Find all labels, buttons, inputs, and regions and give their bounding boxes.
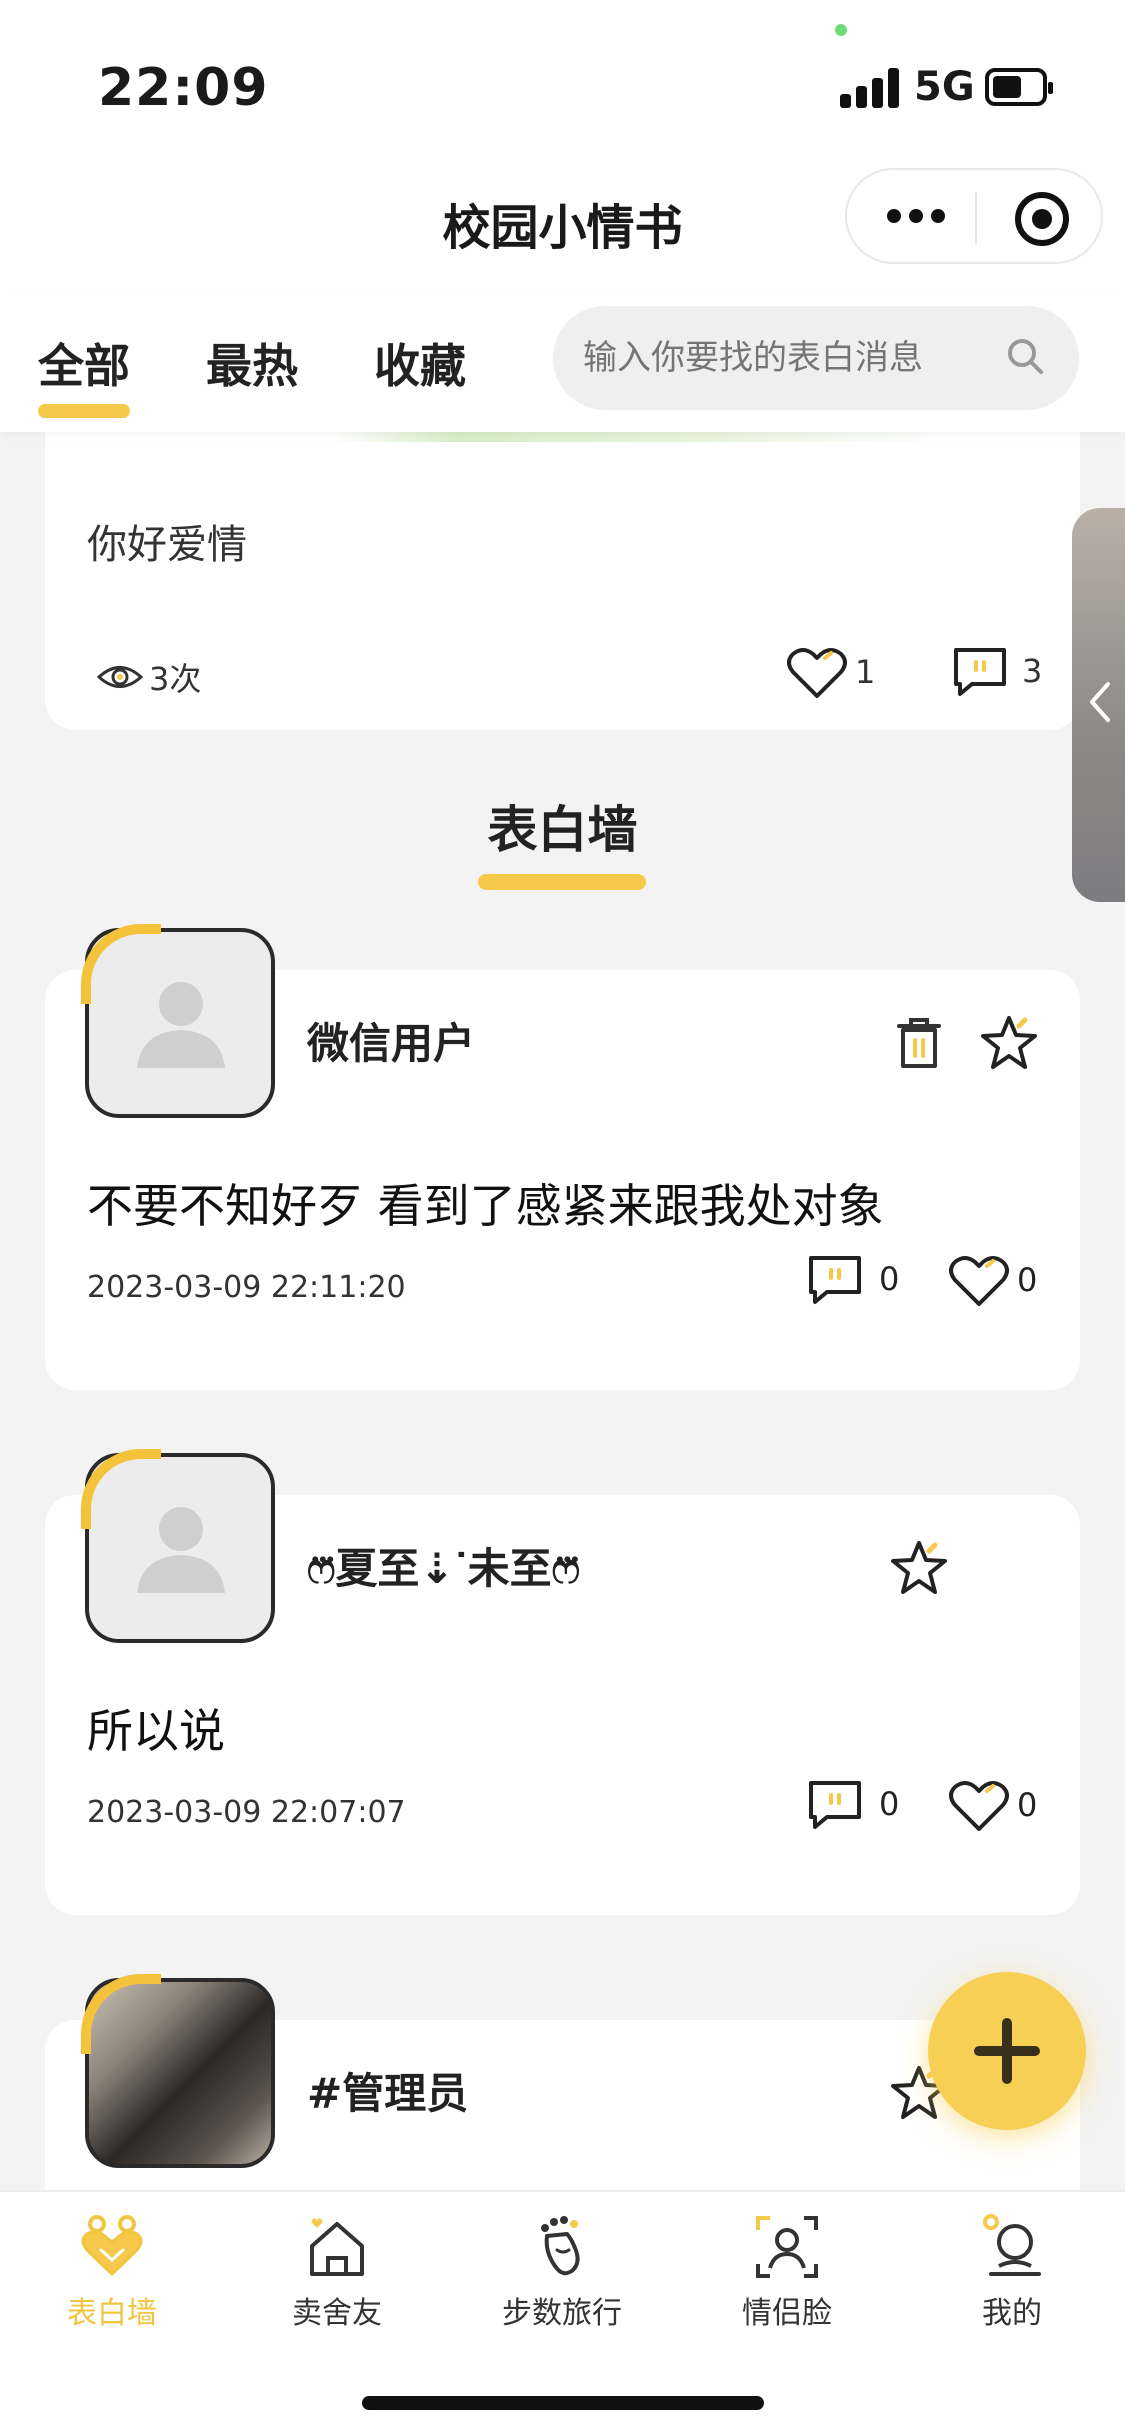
home-indicator: [362, 2396, 764, 2410]
comment-icon: [809, 1256, 861, 1304]
tab-favorites[interactable]: 收藏: [374, 330, 466, 396]
profile-icon: [983, 2214, 1041, 2276]
post-card[interactable]: 你好爱情 3次 1 3: [45, 432, 1080, 730]
view-count: 3次: [95, 654, 201, 700]
like-count: 0: [1017, 1786, 1038, 1824]
star-icon[interactable]: [889, 1539, 949, 1597]
like-count: 0: [1017, 1261, 1038, 1299]
post-author: 微信用户: [307, 1019, 476, 1068]
signal-icon: [840, 68, 900, 108]
heart-icon: [949, 1256, 1009, 1306]
nav-item-mine[interactable]: 我的: [922, 2212, 1102, 2332]
avatar[interactable]: [81, 924, 275, 1118]
tab-hot[interactable]: 最热: [206, 330, 298, 396]
avatar[interactable]: [81, 1974, 275, 2168]
comment-count: 3: [1022, 652, 1043, 690]
network-type: 5G: [914, 64, 975, 110]
close-miniprogram-icon[interactable]: [1015, 192, 1069, 246]
post-date: 2023-03-09 22:07:07: [87, 1795, 406, 1830]
avatar-accent-arc: [81, 1974, 161, 2054]
nav-item-confession-wall[interactable]: 表白墙: [22, 2212, 202, 2332]
comment-button[interactable]: 3: [950, 644, 1042, 698]
trash-icon[interactable]: [897, 1016, 941, 1070]
like-button[interactable]: 0: [947, 1252, 1037, 1308]
post-content: 你好爱情: [87, 522, 247, 568]
post-content: 所以说: [87, 1704, 225, 1758]
footprint-icon: [541, 2216, 580, 2276]
post-author: ෆ⃛夏至⇣ᐝ未至ෆ⃛: [307, 1544, 581, 1593]
comment-button[interactable]: 0: [805, 1777, 899, 1831]
nav-label: 情侣脸: [742, 2296, 832, 2331]
section-underline: [478, 874, 646, 890]
heart-hands-icon: [81, 2215, 143, 2276]
more-icon[interactable]: [887, 206, 947, 226]
status-bar: 22:09 5G: [0, 0, 1125, 160]
star-icon[interactable]: [979, 1014, 1039, 1072]
house-heart-icon: [310, 2218, 364, 2276]
nav-label: 步数旅行: [502, 2296, 622, 2331]
comment-icon: [809, 1781, 861, 1829]
post-card[interactable]: ෆ⃛夏至⇣ᐝ未至ෆ⃛ 所以说 2023-03-09 22:07:07 0 0: [45, 1449, 1080, 1915]
capsule-divider: [975, 192, 977, 244]
search-box: [553, 306, 1079, 410]
camera-indicator-dot: [835, 24, 847, 36]
battery-icon: [985, 68, 1053, 106]
tab-all[interactable]: 全部: [38, 330, 130, 418]
nav-label: 我的: [982, 2296, 1042, 2331]
status-time: 22:09: [98, 58, 269, 118]
image-edge: [335, 432, 935, 442]
post-date: 2023-03-09 22:11:20: [87, 1270, 406, 1305]
like-button[interactable]: 1: [785, 644, 875, 700]
post-content: 不要不知好歹 看到了感紧来跟我处对象: [87, 1179, 884, 1233]
comment-button[interactable]: 0: [805, 1252, 899, 1306]
chevron-left-icon: [1090, 682, 1110, 722]
default-user-icon: [137, 982, 225, 1068]
heart-icon: [949, 1781, 1009, 1831]
nav-item-sell-roommate[interactable]: 卖舍友: [247, 2212, 427, 2332]
eye-icon: [96, 666, 144, 688]
post-card[interactable]: 微信用户 不要不知好歹 看到了感紧来跟我处对象 2023-03-09 22:11…: [45, 924, 1080, 1390]
search-icon[interactable]: [1005, 336, 1045, 376]
filter-tabs-row: 全部 最热 收藏: [0, 290, 1125, 432]
heart-icon: [787, 648, 847, 698]
miniprogram-capsule: [845, 168, 1103, 264]
nav-item-couple-face[interactable]: 情侣脸: [697, 2212, 877, 2332]
comment-count: 0: [879, 1785, 900, 1823]
comment-icon: [954, 648, 1006, 696]
comment-count: 0: [879, 1260, 900, 1298]
search-input[interactable]: [583, 328, 983, 388]
face-scan-icon: [756, 2216, 818, 2278]
post-author: #管理员: [307, 2069, 469, 2118]
view-count-value: 3次: [149, 660, 202, 698]
nav-item-step-travel[interactable]: 步数旅行: [472, 2212, 652, 2332]
nav-label: 表白墙: [67, 2296, 157, 2331]
nav-bar: 校园小情书: [0, 160, 1125, 290]
add-post-button[interactable]: [928, 1972, 1086, 2130]
like-count: 1: [855, 653, 876, 691]
default-user-icon: [137, 1507, 225, 1593]
section-title: 表白墙: [487, 801, 638, 859]
like-button[interactable]: 0: [947, 1777, 1037, 1833]
avatar[interactable]: [81, 1449, 275, 1643]
nav-label: 卖舍友: [292, 2296, 382, 2331]
